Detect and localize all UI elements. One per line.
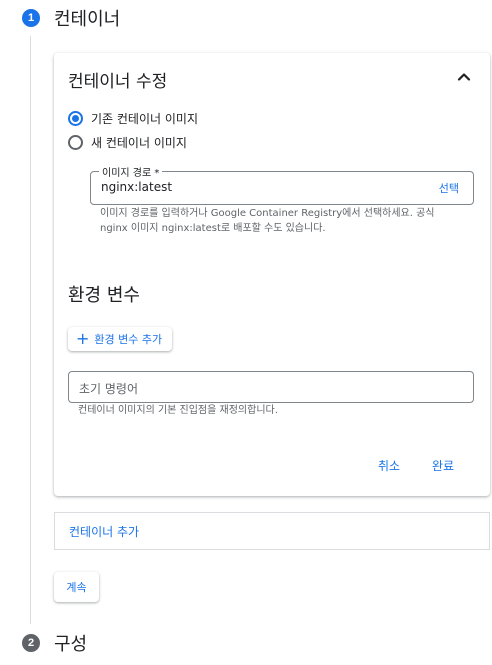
entrypoint-hint: 컨테이너 이미지의 기본 진입점을 재정의합니다. — [78, 405, 278, 416]
container-edit-card: 컨테이너 수정 기존 컨테이너 이미지 새 컨테이너 이미지 이미지 경로 * … — [54, 53, 490, 496]
step-2-indicator: 2 — [22, 634, 40, 652]
image-path-hint: 이미지 경로를 입력하거나 Google Container Registry에… — [100, 208, 435, 234]
add-env-var-button[interactable]: + 환경 변수 추가 — [68, 327, 173, 351]
step-2-title[interactable]: 구성 — [54, 630, 87, 656]
existing-image-radio[interactable]: 기존 컨테이너 이미지 — [68, 110, 198, 127]
new-image-radio[interactable]: 새 컨테이너 이미지 — [68, 134, 187, 151]
card-title: 컨테이너 수정 — [68, 72, 168, 92]
radio-unchecked-icon — [68, 135, 83, 150]
existing-image-label: 기존 컨테이너 이미지 — [91, 112, 198, 126]
image-path-field[interactable]: 이미지 경로 * nginx:latest 선택 — [90, 164, 474, 205]
add-container-row: 컨테이너 추가 — [54, 512, 490, 550]
radio-checked-icon — [68, 111, 83, 126]
add-env-var-label: 환경 변수 추가 — [94, 333, 163, 346]
continue-button[interactable]: 계속 — [54, 572, 99, 602]
step-1-indicator: 1 — [22, 9, 40, 27]
image-path-value[interactable]: nginx:latest — [101, 180, 172, 194]
env-vars-heading: 환경 변수 — [68, 285, 140, 306]
add-container-button[interactable]: 컨테이너 추가 — [69, 523, 139, 540]
step-1-title: 컨테이너 — [54, 9, 121, 30]
image-path-label: 이미지 경로 * — [99, 164, 163, 179]
chevron-up-icon — [457, 73, 471, 81]
entrypoint-input[interactable]: 초기 명령어 — [68, 371, 474, 403]
collapse-button[interactable] — [454, 67, 474, 87]
plus-icon: + — [76, 329, 90, 348]
cancel-button[interactable]: 취소 — [378, 457, 400, 474]
stepper-connector-line — [30, 36, 31, 624]
new-image-label: 새 컨테이너 이미지 — [91, 136, 187, 150]
entrypoint-placeholder: 초기 명령어 — [79, 382, 139, 396]
select-image-button[interactable]: 선택 — [439, 180, 459, 196]
done-button[interactable]: 완료 — [432, 457, 454, 474]
